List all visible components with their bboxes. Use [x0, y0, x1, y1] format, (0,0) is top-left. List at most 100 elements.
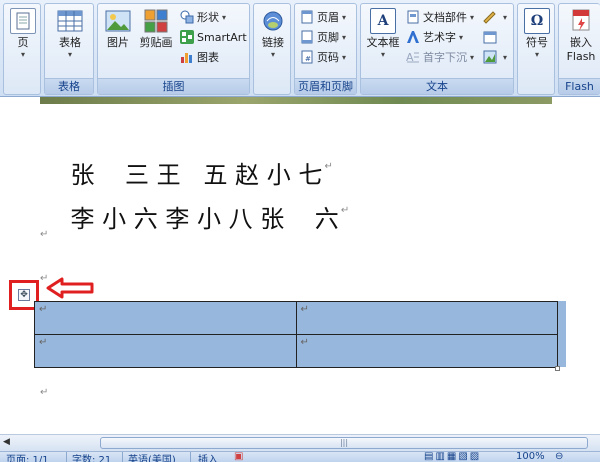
- chart-icon: [180, 50, 194, 64]
- paragraph-mark: ↵: [40, 387, 49, 398]
- chevron-down-icon: ▾: [459, 32, 464, 42]
- table-group-label: 表格: [45, 78, 93, 94]
- footer-button[interactable]: 页脚 ▾: [300, 28, 346, 46]
- illustrations-group: 图片 剪贴画 形状 ▾ SmartArt 图表 插图: [97, 3, 250, 95]
- chevron-down-icon: ▾: [470, 52, 475, 62]
- header-button[interactable]: 页眉 ▾: [300, 8, 346, 26]
- shapes-button[interactable]: 形状 ▾: [180, 8, 226, 26]
- text-line-2[interactable]: 李 小 六 李 小 八 张 六 ↵: [40, 171, 350, 262]
- textbox-label: 文本框: [366, 36, 400, 49]
- pages-label: 页: [17, 36, 29, 49]
- chevron-down-icon: ▾: [503, 52, 508, 62]
- flash-group-label: Flash: [559, 78, 600, 94]
- macro-icon[interactable]: ▣: [234, 452, 243, 462]
- table-button[interactable]: 表格 ▾: [51, 8, 89, 60]
- row-end-selection: [558, 301, 566, 367]
- table-group: 表格 ▾ 表格: [44, 3, 94, 95]
- symbol-button[interactable]: Ω 符号 ▾: [521, 8, 553, 60]
- textbox-icon: A: [370, 8, 396, 34]
- signature-icon: [483, 10, 497, 24]
- table-cell[interactable]: ↵: [34, 301, 297, 335]
- smartart-label: SmartArt: [197, 30, 247, 44]
- word-count[interactable]: 字数: 21: [72, 452, 111, 462]
- header-footer-group-label: 页眉和页脚: [295, 78, 356, 94]
- chart-label: 图表: [197, 51, 219, 64]
- document-table[interactable]: ↵ ↵ ↵ ↵: [34, 301, 558, 368]
- paragraph-mark: ↵: [40, 229, 49, 240]
- table-cell[interactable]: ↵: [295, 334, 558, 368]
- clipart-button[interactable]: 剪贴画: [136, 8, 176, 50]
- status-separator: [66, 452, 67, 462]
- table-row: ↵ ↵: [34, 301, 558, 335]
- text-group-label: 文本: [361, 78, 513, 94]
- zoom-out-icon[interactable]: ⊖: [555, 452, 563, 462]
- calendar-icon: [483, 30, 497, 44]
- language[interactable]: 英语(美国): [128, 452, 176, 462]
- chevron-down-icon: ▾: [534, 50, 539, 59]
- embed-flash-button[interactable]: 嵌入 Flash: [562, 8, 600, 64]
- chevron-down-icon: ▾: [380, 50, 385, 59]
- paragraph-mark: ↵: [340, 205, 350, 216]
- picture-button[interactable]: 图片: [102, 8, 134, 50]
- flash-icon: [568, 8, 594, 34]
- shapes-icon: [180, 10, 194, 24]
- object-icon: [483, 50, 497, 64]
- wordart-button[interactable]: 艺术字 ▾: [406, 28, 463, 46]
- quick-parts-label: 文档部件: [423, 11, 467, 24]
- footer-label: 页脚: [317, 31, 339, 44]
- header-footer-group: 页眉 ▾ 页脚 ▾ # 页码 ▾ 页眉和页脚: [294, 3, 357, 95]
- chevron-down-icon: ▾: [503, 12, 508, 22]
- insert-mode[interactable]: 插入: [198, 452, 218, 462]
- status-separator: [190, 452, 191, 462]
- page-count[interactable]: 页面: 1/1: [6, 452, 49, 462]
- chevron-down-icon: ▾: [222, 12, 227, 22]
- header-label: 页眉: [317, 11, 339, 24]
- textbox-button[interactable]: A 文本框 ▾: [364, 8, 402, 60]
- scrollbar-thumb[interactable]: |||: [100, 437, 588, 449]
- symbol-label: 符号: [526, 36, 548, 49]
- signature-line-button[interactable]: ▾: [483, 8, 507, 26]
- scroll-left-icon[interactable]: ◀: [3, 437, 10, 447]
- chevron-down-icon: ▾: [67, 50, 72, 59]
- drop-cap-button[interactable]: A 首字下沉 ▾: [406, 48, 474, 66]
- horizontal-scrollbar[interactable]: ◀ |||: [0, 434, 600, 451]
- links-group: 链接 ▾: [253, 3, 291, 95]
- page-number-label: 页码: [317, 51, 339, 64]
- ribbon: 页 ▾ 表格 ▾ 表格 图片 剪贴画 形状 ▾ SmartArt 图表 插图 链…: [0, 0, 600, 97]
- table-move-handle-icon[interactable]: ✥: [18, 289, 30, 301]
- text-line-2-content: 李 小 六 李 小 八 张 六: [70, 205, 339, 233]
- zoom-level[interactable]: 100%: [516, 452, 545, 462]
- view-buttons[interactable]: ▤▥▦▧▨: [424, 452, 481, 462]
- table-cell[interactable]: ↵: [34, 334, 297, 368]
- quick-parts-icon: [406, 10, 420, 24]
- table-resize-handle[interactable]: [555, 366, 560, 371]
- chevron-down-icon: ▾: [342, 52, 347, 62]
- pages-group: 页 ▾: [3, 3, 41, 95]
- quick-parts-button[interactable]: 文档部件 ▾: [406, 8, 474, 26]
- smartart-button[interactable]: SmartArt: [180, 28, 247, 46]
- pages-button[interactable]: 页 ▾: [8, 8, 38, 60]
- object-button[interactable]: ▾: [483, 48, 507, 66]
- drop-cap-icon: A: [406, 50, 420, 64]
- chevron-down-icon: ▾: [342, 12, 347, 22]
- table-cell[interactable]: ↵: [295, 301, 558, 335]
- wordart-icon: [406, 30, 420, 44]
- page-number-icon: #: [300, 50, 314, 64]
- document-area[interactable]: 张 三 王 五 赵 小 七 ↵ 李 小 六 李 小 八 张 六 ↵ ↵ ↵ ✥ ↵ …: [0, 97, 600, 434]
- illustrations-group-label: 插图: [98, 78, 249, 94]
- svg-text:#: #: [305, 55, 311, 63]
- flash-group: 嵌入 Flash Flash: [558, 3, 600, 95]
- page-icon: [10, 8, 36, 34]
- picture-icon: [105, 8, 131, 34]
- chevron-down-icon: ▾: [20, 50, 25, 59]
- links-button[interactable]: 链接 ▾: [257, 8, 289, 60]
- page-number-button[interactable]: # 页码 ▾: [300, 48, 346, 66]
- chart-button[interactable]: 图表: [180, 48, 219, 66]
- link-icon: [260, 8, 286, 34]
- date-time-button[interactable]: [483, 28, 500, 46]
- picture-label: 图片: [107, 36, 129, 49]
- chevron-down-icon: ▾: [342, 32, 347, 42]
- status-separator: [122, 452, 123, 462]
- image-edge: [40, 97, 552, 104]
- clipart-label: 剪贴画: [139, 36, 173, 49]
